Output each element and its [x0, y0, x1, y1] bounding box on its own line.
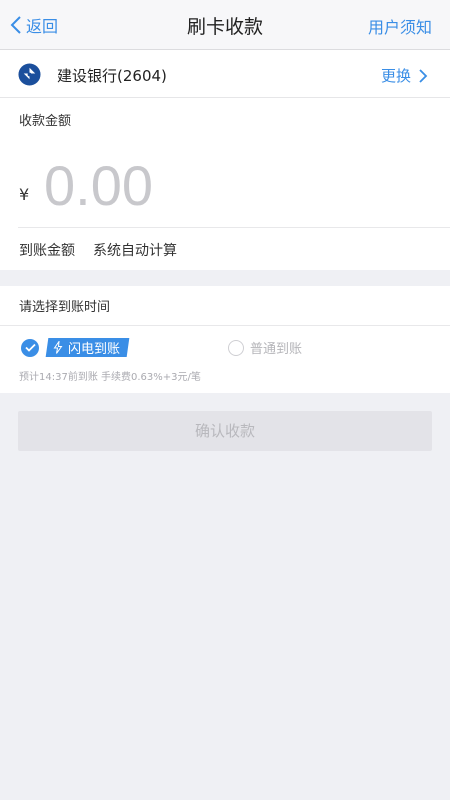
amount-label: 收款金额 [19, 114, 72, 129]
confirm-payment-button[interactable]: 确认收款 [18, 411, 432, 451]
fast-arrival-tag: 闪电到账 [45, 338, 130, 357]
lightning-icon [53, 341, 63, 354]
bank-name: 建设银行(2604) [57, 67, 167, 85]
divider [18, 227, 450, 228]
change-card-label: 更换 [380, 67, 411, 85]
navigation-bar: 返回 刷卡收款 用户须知 [0, 0, 450, 50]
fast-arrival-label: 闪电到账 [68, 342, 121, 357]
arrival-amount-label: 到账金额 [19, 243, 75, 259]
amount-input[interactable] [44, 150, 424, 220]
checked-radio-icon [21, 338, 39, 357]
divider [0, 325, 450, 326]
unchecked-radio-icon [228, 339, 244, 356]
ccb-bank-logo-icon [18, 63, 41, 86]
option-fast-arrival[interactable]: 闪电到账 [21, 338, 130, 357]
settle-time-card: 请选择到账时间 闪电到账 普通到账 预计14:37前到账 手续费0.63%+3元… [0, 286, 450, 393]
option-normal-arrival[interactable]: 普通到账 [228, 338, 302, 357]
bank-card-row[interactable]: 建设银行(2604) 更换 [0, 50, 450, 98]
fee-note: 预计14:37前到账 手续费0.63%+3元/笔 [19, 372, 201, 383]
arrival-amount-value: 系统自动计算 [93, 243, 177, 259]
user-notice-link[interactable]: 用户须知 [368, 14, 432, 38]
settle-time-title: 请选择到账时间 [19, 300, 111, 315]
change-card-button[interactable]: 更换 [381, 65, 428, 86]
currency-symbol: ¥ [19, 185, 30, 204]
payment-card: 建设银行(2604) 更换 收款金额 ¥ 到账金额 系统自动计算 [0, 50, 450, 270]
normal-arrival-label: 普通到账 [250, 342, 303, 357]
chevron-right-icon [419, 68, 428, 83]
